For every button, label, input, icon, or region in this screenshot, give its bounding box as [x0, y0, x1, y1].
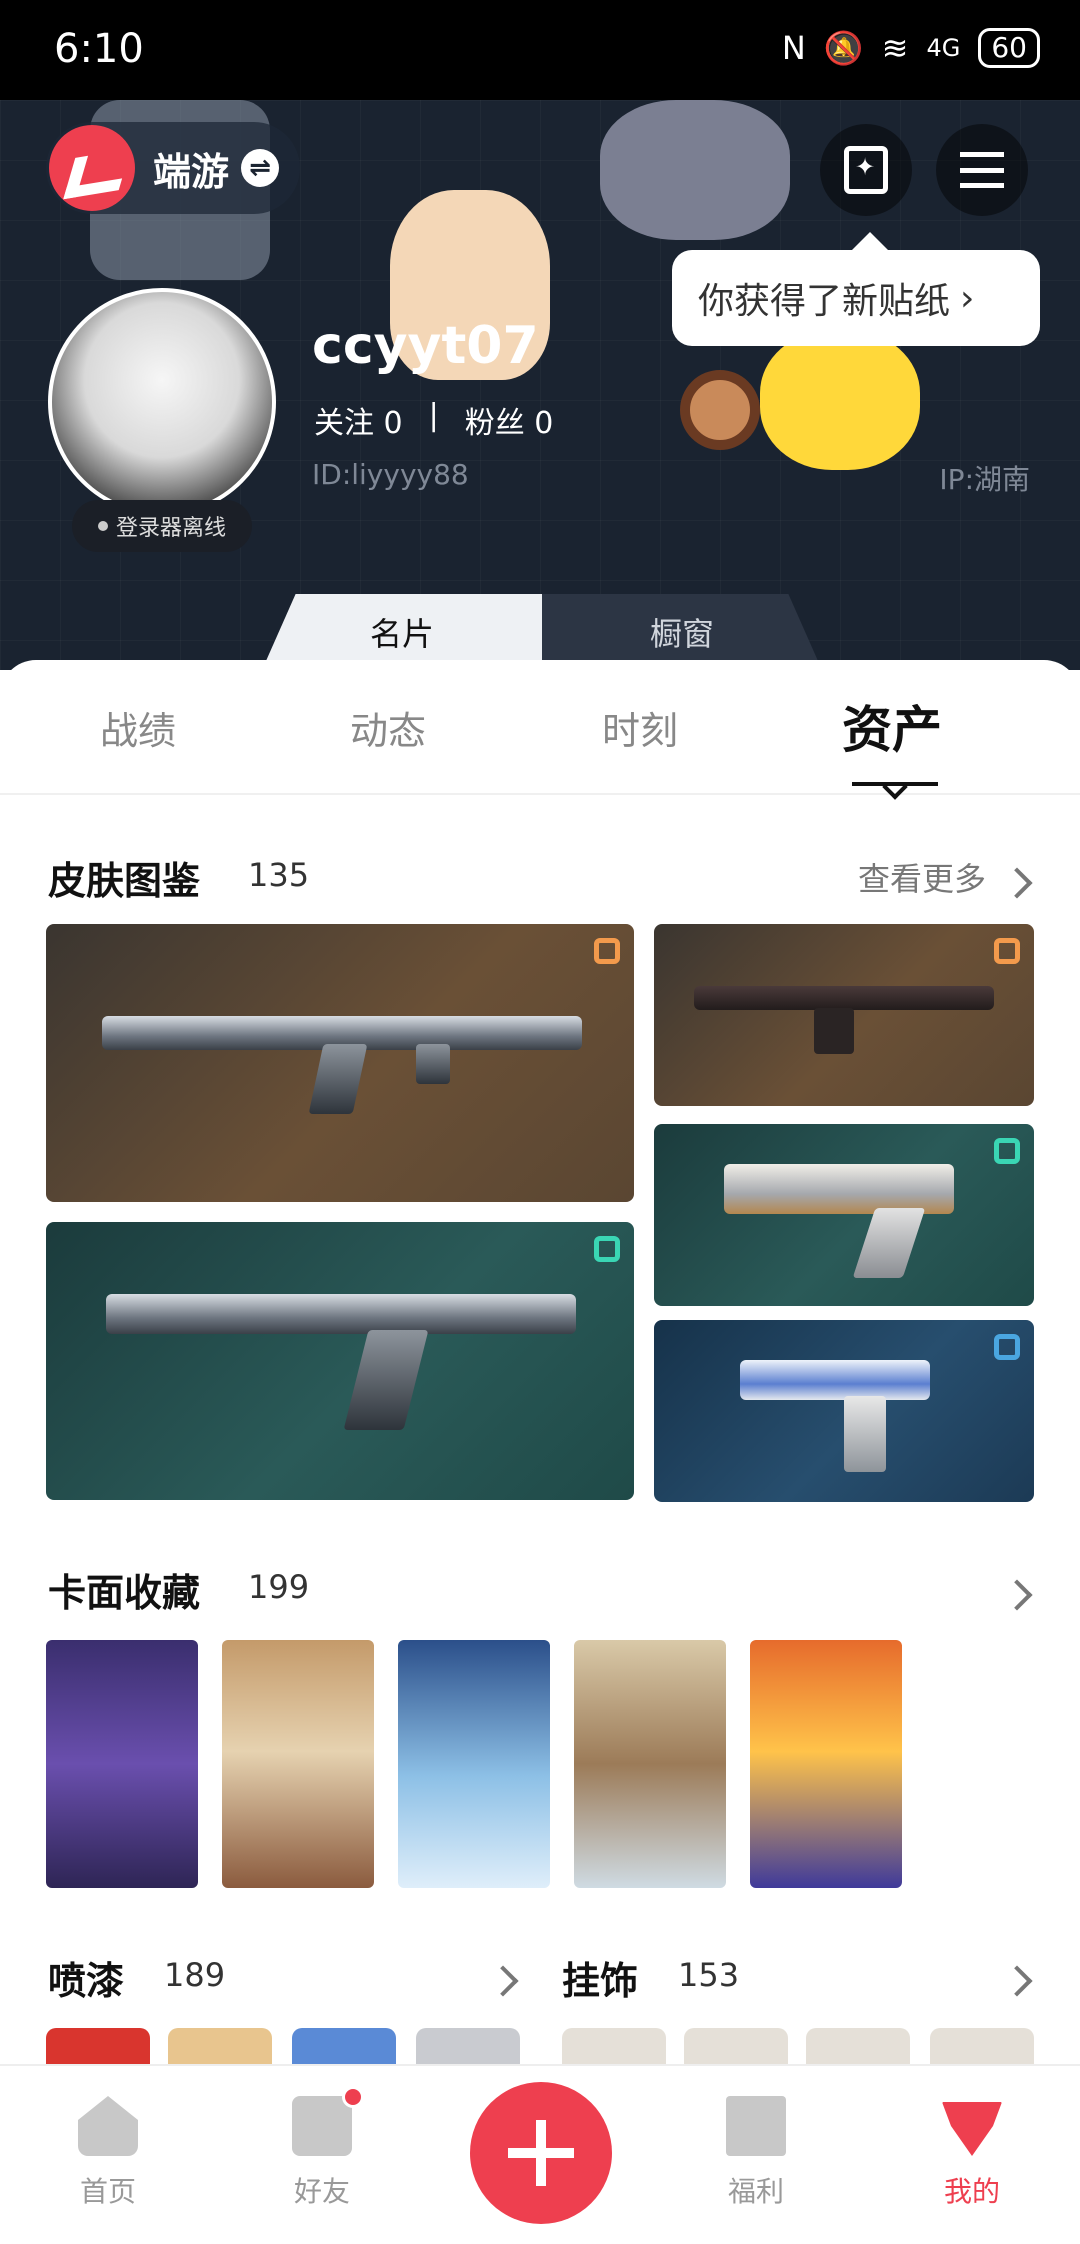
- skin-tile[interactable]: [46, 924, 634, 1202]
- rifle-skin-icon: [694, 986, 994, 1010]
- create-post-button[interactable]: [470, 2082, 612, 2224]
- rarity-icon: [994, 938, 1020, 964]
- friends-icon: [292, 2086, 364, 2156]
- sprays-count: 189: [164, 1956, 226, 1994]
- charms-count: 153: [678, 1956, 740, 1994]
- status-icons: N 🔕 ≋ 4G 60: [782, 28, 1040, 68]
- spray-item[interactable]: [46, 2028, 150, 2068]
- profile-header: 端游 ⇌ 你获得了新贴纸 › 登录器离线 ccyyt07 关注 0 | 粉丝 0…: [0, 100, 1080, 670]
- bottom-nav: 首页 好友 福利 我的: [0, 2064, 1080, 2244]
- nav-friends[interactable]: 好友: [252, 2086, 392, 2210]
- nav-welfare[interactable]: 福利: [686, 2096, 826, 2210]
- spray-item[interactable]: [168, 2028, 272, 2068]
- sticker-card-icon: [844, 146, 888, 194]
- follow-stats: 关注 0 | 粉丝 0: [314, 398, 553, 442]
- divider: |: [428, 398, 439, 433]
- skins-title: 皮肤图鉴: [48, 859, 201, 903]
- tab-assets[interactable]: 资产: [842, 690, 942, 762]
- swap-icon: ⇌: [241, 149, 280, 187]
- tab-moments[interactable]: 时刻: [602, 700, 678, 755]
- skin-tile[interactable]: [654, 1320, 1034, 1502]
- gift-icon: [726, 2096, 786, 2156]
- sticker-decoration: [600, 100, 790, 240]
- spray-item[interactable]: [292, 2028, 396, 2068]
- username: ccyyt07: [312, 316, 539, 376]
- app-switch-button[interactable]: 端游 ⇌: [46, 122, 300, 214]
- tab-showcase[interactable]: 橱窗: [542, 594, 822, 670]
- chevron-right-icon: ›: [960, 277, 975, 319]
- avatar[interactable]: [48, 288, 276, 516]
- login-status-badge: 登录器离线: [72, 500, 252, 552]
- tab-namecard[interactable]: 名片: [262, 594, 542, 670]
- sprays-title: 喷漆: [48, 1959, 125, 2003]
- player-card[interactable]: [574, 1640, 726, 1888]
- home-icon: [78, 2096, 138, 2156]
- status-time: 6:10: [54, 26, 144, 72]
- skins-more-link[interactable]: 查看更多: [858, 854, 986, 900]
- tab-feed[interactable]: 动态: [350, 700, 426, 755]
- nav-me[interactable]: 我的: [902, 2096, 1042, 2210]
- menu-button[interactable]: [936, 124, 1028, 216]
- charms-title: 挂饰: [562, 1959, 639, 2003]
- app-name: 端游: [153, 149, 230, 194]
- player-card[interactable]: [398, 1640, 550, 1888]
- cards-count: 199: [248, 1568, 310, 1606]
- rarity-icon: [994, 1334, 1020, 1360]
- menu-icon: [960, 152, 1004, 188]
- nfc-icon: N: [781, 29, 806, 67]
- rarity-icon: [594, 938, 620, 964]
- ip-location: IP:湖南: [939, 463, 1030, 496]
- user-id: ID:liyyyy88: [312, 458, 469, 491]
- main-tabs: 战绩 动态 时刻 资产: [0, 660, 1080, 795]
- skin-tile[interactable]: [654, 924, 1034, 1106]
- battery-icon: 60: [978, 28, 1040, 68]
- status-dot-icon: [97, 521, 108, 531]
- rarity-icon: [994, 1138, 1020, 1164]
- chevron-right-icon[interactable]: [1001, 867, 1033, 899]
- player-card[interactable]: [750, 1640, 902, 1888]
- card-tabs: 名片 橱窗: [262, 594, 822, 670]
- skins-count: 135: [248, 856, 310, 894]
- tab-indicator: [852, 772, 938, 786]
- spray-item[interactable]: [416, 2028, 520, 2068]
- valorant-logo-icon: [49, 125, 135, 211]
- charm-item[interactable]: [930, 2028, 1034, 2068]
- mute-icon: 🔕: [823, 29, 864, 67]
- pistol-skin-icon: [740, 1360, 930, 1400]
- profile-icon: [942, 2102, 1002, 2156]
- tooltip-text: 你获得了新贴纸: [698, 281, 951, 322]
- revolver-skin-icon: [724, 1164, 954, 1214]
- sticker-decoration: [680, 370, 760, 450]
- following-stat[interactable]: 关注 0: [314, 398, 403, 442]
- cards-title: 卡面收藏: [48, 1571, 201, 1615]
- login-status-text: 登录器离线: [115, 516, 226, 541]
- notification-dot: [342, 2086, 364, 2108]
- skin-tile[interactable]: [46, 1222, 634, 1500]
- charm-item[interactable]: [684, 2028, 788, 2068]
- nav-home[interactable]: 首页: [38, 2096, 178, 2210]
- fans-stat[interactable]: 粉丝 0: [465, 398, 554, 442]
- signal-icon: 4G: [926, 34, 961, 62]
- sticker-button[interactable]: [820, 124, 912, 216]
- rifle-skin-icon: [106, 1294, 576, 1334]
- wifi-icon: ≋: [881, 29, 909, 67]
- charm-item[interactable]: [562, 2028, 666, 2068]
- skin-tile[interactable]: [654, 1124, 1034, 1306]
- sticker-decoration: [760, 330, 920, 470]
- rarity-icon: [594, 1236, 620, 1262]
- tab-record[interactable]: 战绩: [100, 700, 176, 755]
- player-card[interactable]: [222, 1640, 374, 1888]
- status-bar: 6:10 N 🔕 ≋ 4G 60: [0, 0, 1080, 100]
- charm-item[interactable]: [806, 2028, 910, 2068]
- player-card[interactable]: [46, 1640, 198, 1888]
- new-sticker-tooltip[interactable]: 你获得了新贴纸 ›: [672, 232, 1040, 346]
